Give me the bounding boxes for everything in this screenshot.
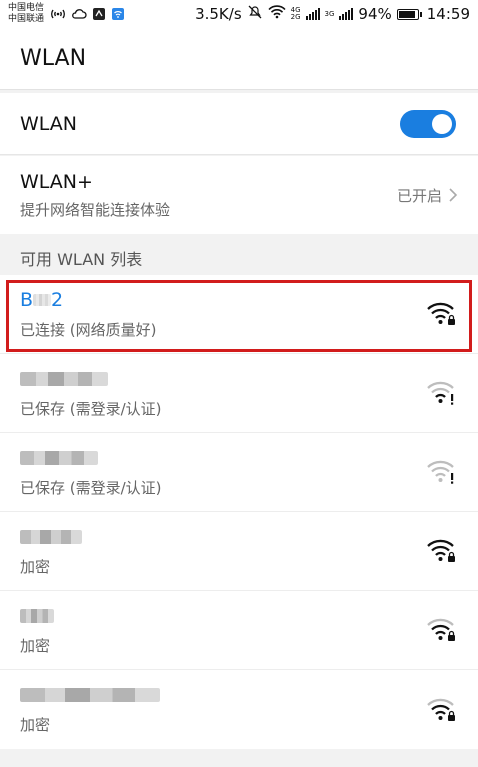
carrier-1: 中国电信 (8, 3, 45, 13)
wifi-lock-icon (427, 539, 455, 562)
network-name (20, 605, 54, 627)
network-item[interactable]: 已保存 (需登录/认证) (0, 354, 478, 433)
wlan-toggle-switch[interactable] (400, 109, 456, 138)
cloud-icon (71, 8, 87, 20)
available-networks-header: 可用 WLAN 列表 (20, 250, 143, 269)
carrier-names: 中国电信 中国联通 (8, 3, 44, 25)
title-bar: WLAN (0, 28, 478, 90)
app-notification-icon (92, 7, 106, 21)
mute-icon (247, 5, 263, 23)
status-bar: 中国电信 中国联通 3.5K/s 4G 2G 3G 94% 14:59 (0, 0, 478, 28)
wifi-status-icon (268, 5, 286, 23)
wlan-plus-row[interactable]: WLAN+ 提升网络智能连接体验 已开启 (0, 156, 478, 234)
chevron-right-icon (449, 188, 458, 202)
net-type-3g: 3G (324, 10, 335, 18)
wifi-lock-icon (427, 698, 455, 721)
network-name (20, 368, 162, 390)
carrier-2: 中国联通 (8, 14, 45, 24)
network-item-connected[interactable]: B2 已连接 (网络质量好) (0, 275, 478, 354)
network-name (20, 684, 160, 706)
signal-icon-sim1 (305, 8, 320, 20)
wifi-notification-icon (111, 7, 125, 21)
wlan-toggle-label: WLAN (20, 112, 78, 135)
network-item[interactable]: 加密 (0, 512, 478, 591)
network-status: 加密 (20, 716, 51, 734)
network-item[interactable]: 加密 (0, 591, 478, 670)
redacted-name (20, 450, 98, 465)
toggle-knob (432, 113, 452, 134)
battery-icon (396, 8, 422, 20)
network-name (20, 447, 162, 469)
network-status: 已保存 (需登录/认证) (20, 478, 162, 497)
wifi-exclamation-icon (427, 460, 454, 484)
network-item[interactable]: 已保存 (需登录/认证) (0, 433, 478, 512)
wlan-plus-subtitle: 提升网络智能连接体验 (20, 200, 171, 219)
wifi-lock-icon (427, 618, 455, 641)
wifi-lock-icon (427, 302, 455, 325)
hotspot-icon (50, 7, 66, 21)
net-type-2g: 2G (290, 13, 301, 21)
wifi-exclamation-icon (427, 381, 454, 405)
network-status: 加密 (20, 557, 51, 576)
wlan-toggle-row[interactable]: WLAN (0, 93, 478, 155)
clock: 14:59 (426, 5, 470, 23)
network-status: 已保存 (需登录/认证) (20, 399, 162, 418)
redacted-name (33, 293, 52, 306)
network-name (20, 526, 82, 548)
network-name-prefix: B (20, 288, 34, 311)
network-status: 已连接 (网络质量好) (20, 320, 157, 339)
redacted-name (20, 608, 54, 623)
redacted-name (20, 371, 108, 386)
network-status: 加密 (20, 636, 51, 655)
redacted-name (20, 688, 160, 702)
network-name: B2 (20, 289, 156, 311)
network-item[interactable]: 加密 (0, 670, 478, 749)
network-speed: 3.5K/s (195, 5, 242, 23)
wlan-plus-status: 已开启 (396, 186, 442, 205)
network-list: B2 已连接 (网络质量好) 已保存 (需登录/认证) 已保存 (需登录/认证)… (0, 275, 478, 749)
page-title: WLAN (20, 46, 87, 71)
network-name-suffix: 2 (51, 288, 64, 311)
wlan-plus-label: WLAN+ (20, 170, 93, 193)
battery-percent: 94% (358, 5, 392, 23)
redacted-name (20, 529, 82, 544)
signal-icon-sim2 (339, 8, 354, 20)
